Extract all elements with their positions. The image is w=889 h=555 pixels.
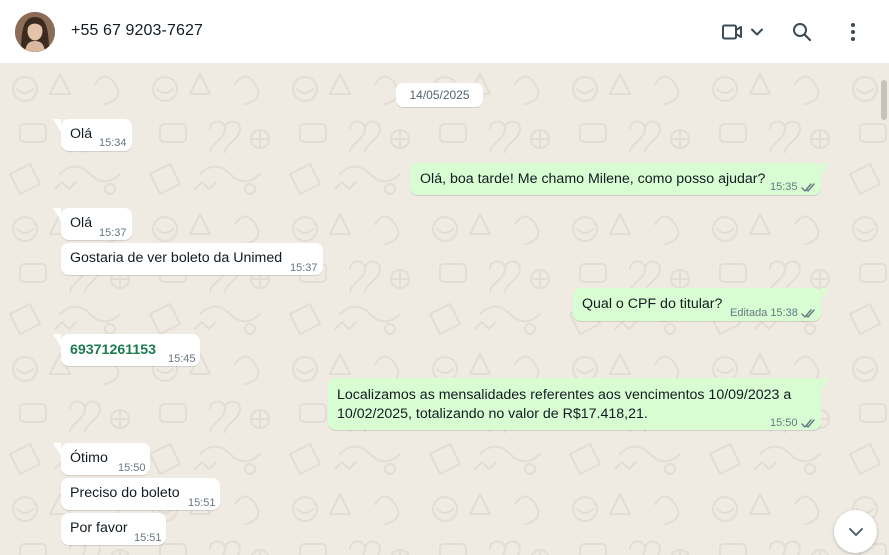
incoming-message[interactable]: Olá 15:37 [53,208,132,243]
message-time: 15:35 [770,178,817,197]
message-text: Olá [70,126,93,142]
kebab-menu-icon [851,23,855,41]
message-time: 15:37 [290,259,318,278]
double-check-icon [800,419,815,428]
incoming-message[interactable]: 69371261153 15:45 [53,334,200,369]
incoming-message[interactable]: Gostaria de ver boleto da Unimed 15:37 [61,243,323,275]
scroll-to-bottom-button[interactable] [834,510,877,553]
phone-number-link[interactable]: 69371261153 [70,341,156,360]
message-text: Ótimo [70,450,108,466]
chevron-down-icon [848,527,863,536]
message-time: 15:51 [134,529,162,548]
message-time-text: 15:50 [770,417,798,429]
outgoing-message[interactable]: Qual o CPF do titular? Editada 15:38 [573,288,829,323]
avatar-photo [15,12,55,52]
incoming-message[interactable]: Olá 15:34 [53,119,132,153]
message-time-text: 15:34 [99,137,127,149]
outgoing-message[interactable]: Olá, boa tarde! Me chamo Milene, como po… [410,163,829,197]
message-text: Gostaria de ver boleto da Unimed [70,250,283,266]
message-time-text: 15:51 [134,532,162,544]
message-time-text: 15:37 [99,227,127,239]
message-time: 15:37 [99,224,127,243]
message-time-text: 15:50 [118,462,146,474]
message-time: 15:51 [188,494,216,513]
message-list[interactable]: 14/05/2025 Olá 15:34 Olá, boa tarde! Me … [0,64,889,555]
contact-avatar[interactable] [15,12,55,52]
message-time-text: 15:51 [188,497,216,509]
date-chip: 14/05/2025 [396,83,483,107]
message-time: 15:50 [770,414,817,433]
message-text: Qual o CPF do titular? [582,296,723,312]
video-camera-icon [722,24,742,40]
chat-header: +55 67 9203-7627 [0,0,889,64]
message-time-text: 15:38 [770,307,798,319]
scrollbar-thumb[interactable] [881,80,887,120]
message-text-line-1: Localizamos as mensalidades referentes a… [337,387,792,403]
message-time: 15:50 [118,459,146,478]
incoming-message[interactable]: Preciso do boleto 15:51 [61,478,220,510]
message-time-text: 15:45 [168,353,196,365]
contact-name[interactable]: +55 67 9203-7627 [71,22,203,40]
message-time: Editada 15:38 [730,304,817,323]
message-time: 15:34 [99,134,127,153]
message-text: Olá, boa tarde! Me chamo Milene, como po… [420,171,766,187]
edited-label: Editada [730,307,768,319]
search-icon [793,23,812,42]
message-text-line-2: 10/02/2025, totalizando no valor de R$17… [337,406,648,422]
message-time-text: 15:37 [290,262,318,274]
video-call-button[interactable] [718,16,768,48]
message-time-text: 15:35 [770,181,798,193]
chevron-down-icon [751,28,763,36]
incoming-message[interactable]: Por favor 15:51 [61,513,166,545]
message-time: 15:45 [168,350,196,369]
message-text: Por favor [70,520,128,536]
menu-button[interactable] [837,16,869,48]
incoming-message[interactable]: Ótimo 15:50 [53,443,150,478]
double-check-icon [800,183,815,192]
message-text: Preciso do boleto [70,485,180,501]
double-check-icon [801,309,815,318]
outgoing-message[interactable]: Localizamos as mensalidades referentes a… [328,378,829,433]
search-button[interactable] [786,16,818,48]
message-text: Olá [70,215,93,231]
